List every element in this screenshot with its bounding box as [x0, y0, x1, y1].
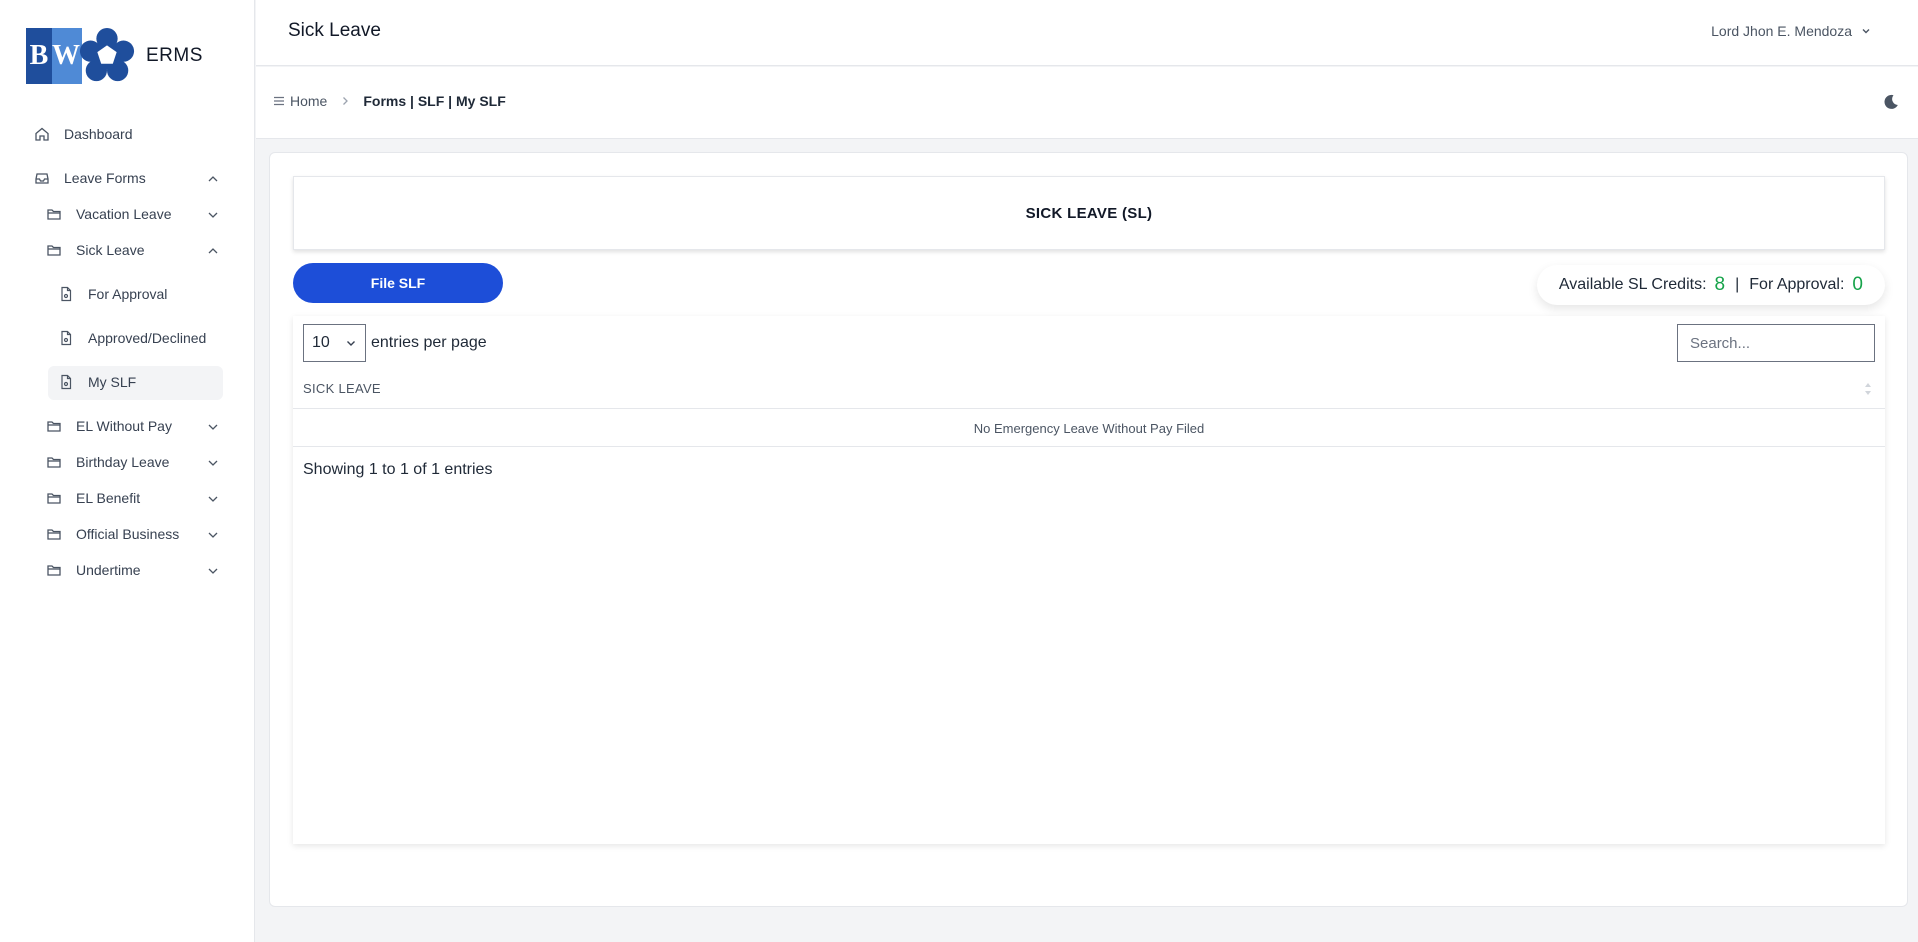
- file-slf-button[interactable]: File SLF: [293, 263, 503, 303]
- document-icon: [61, 286, 72, 302]
- sidebar-item-label: Birthday Leave: [76, 454, 170, 470]
- folder-icon: [47, 421, 61, 432]
- sidebar-item-el-benefit[interactable]: EL Benefit: [46, 490, 140, 506]
- content-card: SICK LEAVE (SL) File SLF Available SL Cr…: [269, 152, 1908, 907]
- chevron-right-icon: [343, 97, 349, 105]
- sidebar-item-for-approval[interactable]: For Approval: [58, 286, 167, 302]
- credits-value: 8: [1714, 274, 1726, 295]
- chevron-down-icon[interactable]: [206, 456, 220, 470]
- sidebar-item-official-business[interactable]: Official Business: [46, 526, 179, 542]
- empty-message: No Emergency Leave Without Pay Filed: [973, 420, 1205, 436]
- sidebar-item-undertime[interactable]: Undertime: [46, 562, 141, 578]
- sidebar-item-label: Sick Leave: [76, 242, 145, 258]
- sidebar-item-label: Official Business: [76, 526, 180, 542]
- sidebar-item-label: Approved/Declined: [88, 330, 207, 346]
- sidebar-item-leave-forms[interactable]: Leave Forms: [34, 170, 146, 186]
- breadcrumb-current: Forms | SLF | My SLF: [363, 93, 506, 109]
- folder-icon: [47, 245, 61, 256]
- table-header: SICK LEAVE: [293, 369, 1885, 409]
- sidebar-item-label: Dashboard: [64, 126, 133, 142]
- sidebar-item-label: My SLF: [88, 374, 137, 390]
- per-page-value: 10: [312, 334, 330, 351]
- page-title: Sick Leave: [288, 20, 381, 41]
- home-icon: [35, 127, 49, 141]
- brand-logo[interactable]: B W ERMS: [26, 27, 203, 85]
- top-header: Sick Leave Lord Jhon E. Mendoza: [256, 0, 1918, 66]
- breadcrumb-bar: Home Forms | SLF | My SLF: [256, 67, 1918, 139]
- user-name: Lord Jhon E. Mendoza: [1711, 23, 1852, 39]
- sidebar-item-dashboard[interactable]: Dashboard: [34, 126, 133, 142]
- breadcrumb-home[interactable]: Home: [290, 93, 327, 109]
- section-title: SICK LEAVE (SL): [293, 176, 1885, 250]
- per-page-label: entries per page: [371, 334, 487, 351]
- chevron-up-icon[interactable]: [206, 244, 220, 258]
- sort-icon[interactable]: [1863, 381, 1873, 397]
- approval-value: 0: [1852, 274, 1863, 295]
- folder-icon: [47, 457, 61, 468]
- chevron-down-icon: [1862, 29, 1870, 34]
- sidebar: B W ERMS Dashboard Leave Forms Vacation …: [0, 0, 255, 942]
- folder-icon: [47, 493, 61, 504]
- folder-icon: [47, 565, 61, 576]
- sidebar-item-vacation-leave[interactable]: Vacation Leave: [46, 206, 171, 222]
- sidebar-item-approved-declined[interactable]: Approved/Declined: [58, 330, 206, 346]
- sidebar-item-label: EL Benefit: [76, 490, 141, 506]
- inbox-icon: [35, 173, 49, 184]
- document-icon: [61, 330, 72, 346]
- per-page-select[interactable]: 10: [303, 324, 366, 362]
- sidebar-item-birthday-leave[interactable]: Birthday Leave: [46, 454, 169, 470]
- logo-letter-b: B: [26, 28, 52, 84]
- table-row: No Emergency Leave Without Pay Filed: [293, 410, 1885, 447]
- sidebar-item-label: For Approval: [88, 286, 168, 302]
- moon-icon[interactable]: [1882, 93, 1900, 111]
- chevron-up-icon[interactable]: [206, 172, 220, 186]
- data-table: 10 entries per page SICK LEAVE No Emerge…: [293, 316, 1885, 844]
- credits-label: Available SL Credits:: [1558, 276, 1707, 293]
- column-header-sick-leave[interactable]: SICK LEAVE: [303, 381, 381, 396]
- chevron-down-icon[interactable]: [206, 528, 220, 542]
- sidebar-item-el-without-pay[interactable]: EL Without Pay: [46, 418, 172, 434]
- chevron-down-icon[interactable]: [206, 420, 220, 434]
- document-icon: [61, 374, 72, 390]
- sidebar-item-label: Vacation Leave: [76, 206, 172, 222]
- chevron-down-icon[interactable]: [206, 564, 220, 578]
- per-page-control: 10 entries per page: [303, 324, 487, 362]
- folder-icon: [47, 209, 61, 220]
- credits-summary: Available SL Credits: 8 | For Approval: …: [1536, 265, 1885, 305]
- chevron-down-icon[interactable]: [206, 208, 220, 222]
- user-menu[interactable]: Lord Jhon E. Mendoza: [1711, 23, 1872, 39]
- logo-mark: B W: [26, 28, 82, 84]
- sidebar-item-label: EL Without Pay: [76, 418, 172, 434]
- chevron-down-icon[interactable]: [206, 492, 220, 506]
- credits-separator: |: [1735, 276, 1740, 293]
- search-input[interactable]: [1677, 324, 1875, 362]
- sidebar-item-my-slf[interactable]: My SLF: [58, 374, 136, 390]
- menu-icon[interactable]: [272, 94, 286, 108]
- table-info: Showing 1 to 1 of 1 entries: [303, 461, 493, 478]
- approval-label: For Approval:: [1749, 276, 1845, 293]
- sidebar-item-sick-leave[interactable]: Sick Leave: [46, 242, 144, 258]
- breadcrumb: Home Forms | SLF | My SLF: [272, 93, 506, 109]
- flower-logo-icon: [79, 27, 135, 82]
- chevron-down-icon: [347, 341, 355, 346]
- sidebar-item-label: Undertime: [76, 562, 141, 578]
- sidebar-item-label: Leave Forms: [64, 170, 146, 186]
- brand-name: ERMS: [146, 45, 203, 66]
- folder-icon: [47, 529, 61, 540]
